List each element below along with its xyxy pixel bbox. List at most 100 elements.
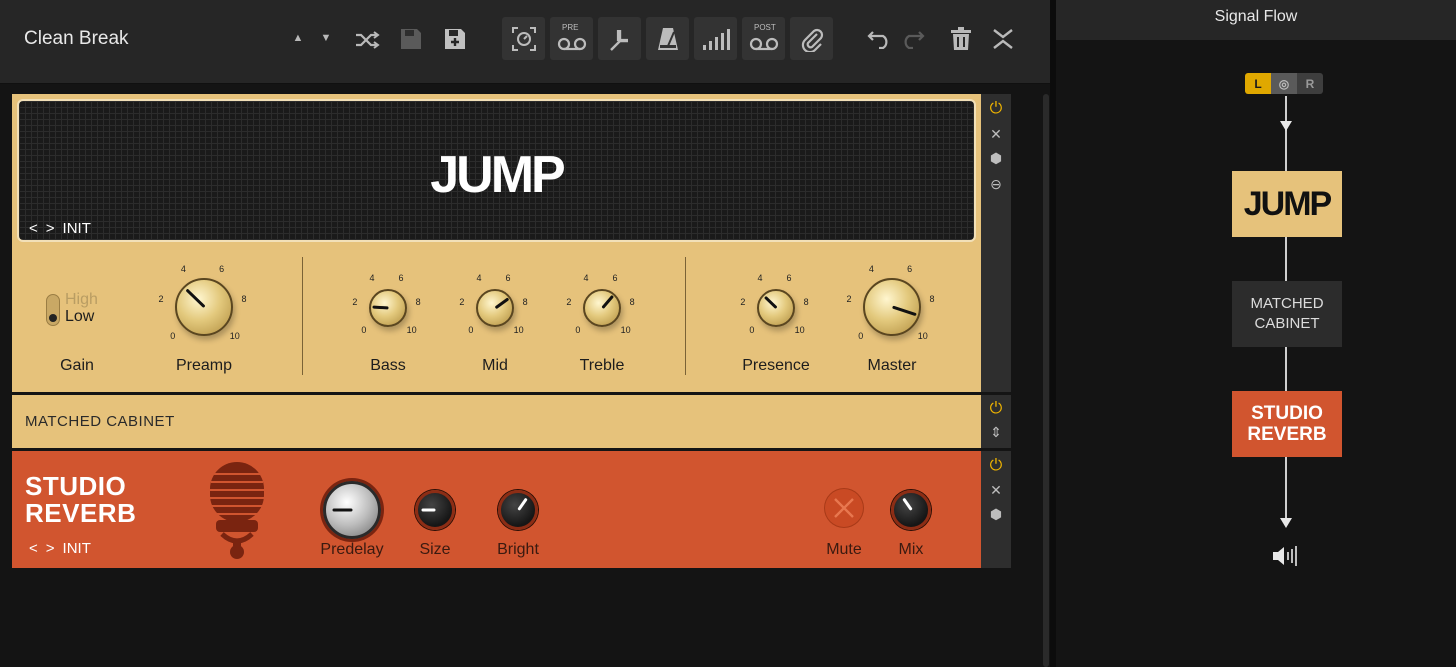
treble-label: Treble [579,357,625,374]
mid-knob[interactable] [476,289,514,327]
channel-stereo-icon[interactable]: ◎ [1271,73,1297,94]
flow-line [1285,346,1287,392]
flow-rev-line2: REVERB [1247,424,1327,445]
collapse-icon[interactable]: ✕ [981,482,1011,499]
mute-button[interactable] [825,489,863,527]
snapshot-icon [511,26,536,51]
stereo-link-icon[interactable]: ⊖ [981,176,1011,193]
prev-preset-icon[interactable]: < [29,220,38,237]
amp-preset-name[interactable]: INIT [63,220,91,237]
presence-knob[interactable] [757,289,795,327]
collapse-icon[interactable]: ✕ [981,126,1011,143]
pre-label: PRE [562,23,579,32]
mid-label: Mid [482,357,508,374]
knob-scale-label: 4 [369,273,375,284]
vertical-scrollbar[interactable] [1043,94,1049,667]
tuning-fork-icon [609,29,628,51]
reverb-block: STUDIO REVERB < > INIT Predelay Size Brigh… [12,451,981,568]
knob-scale-label: 6 [505,273,511,284]
post-record-button[interactable]: POST [742,17,785,60]
gain-high-low-switch[interactable] [46,294,60,326]
mute-label: Mute [826,541,862,558]
knob-scale-label: 2 [566,296,572,307]
next-preset-icon[interactable]: > [46,540,55,557]
tuner-snapshot-button[interactable] [502,17,545,60]
predelay-knob[interactable] [323,481,381,539]
knob-scale-label: 4 [868,263,874,274]
trash-icon[interactable] [948,26,974,52]
pre-record-button[interactable]: PRE [550,17,593,60]
channel-left[interactable]: L [1245,73,1271,94]
expand-icon[interactable]: ⇕ [981,424,1011,441]
master-label: Master [867,357,917,374]
flow-arrow-icon [1280,518,1292,528]
channel-selector: L ◎ R [1245,73,1323,94]
collapse-all-icon[interactable] [990,26,1016,52]
tape-icon [557,37,586,50]
preset-name[interactable]: Clean Break [24,28,129,50]
size-knob[interactable] [415,490,455,530]
flow-line [1285,236,1287,282]
bass-knob[interactable] [369,289,407,327]
level-meter-button[interactable] [694,17,737,60]
reverb-rail: ⏻ ✕ ⬢ [981,451,1011,568]
preamp-knob[interactable] [175,278,233,336]
post-label: POST [754,23,776,32]
knob-scale-label: 6 [786,273,792,284]
predelay-label: Predelay [320,541,384,558]
attach-button[interactable] [790,17,833,60]
knob-scale-label: 4 [476,273,482,284]
flow-block-reverb[interactable]: STUDIO REVERB [1232,391,1342,457]
mix-knob[interactable] [891,490,931,530]
power-icon[interactable]: ⏻ [981,457,1011,475]
next-preset-icon[interactable]: > [46,220,55,237]
flow-rev-line1: STUDIO [1251,403,1323,424]
tape-icon [749,37,778,50]
knob-scale-label: 10 [917,330,928,341]
bypass-hex-icon[interactable]: ⬢ [981,506,1011,523]
knob-scale-label: 6 [219,263,225,274]
bass-label: Bass [370,357,406,374]
knob-scale-label: 8 [629,296,635,307]
reverb-title-line2: REVERB [25,498,137,528]
knob-scale-label: 10 [513,324,524,335]
cabinet-block[interactable]: MATCHED CABINET [12,395,981,448]
power-icon[interactable]: ⏻ [981,100,1011,118]
flow-block-cabinet[interactable]: MATCHED CABINET [1232,281,1342,347]
knob-scale-label: 10 [406,324,417,335]
power-icon[interactable]: ⏻ [981,400,1011,418]
preset-down-icon[interactable]: ▼ [318,30,334,46]
knob-scale-label: 0 [858,330,864,341]
save-icon-disabled[interactable] [398,26,424,52]
flow-block-amp[interactable]: JUMP [1232,171,1342,237]
shuffle-icon[interactable] [352,26,382,54]
tuner-button[interactable] [598,17,641,60]
knob-scale-label: 8 [415,296,421,307]
amp-logo: JUMP [430,146,565,204]
reverb-preset-name[interactable]: INIT [63,540,91,557]
prev-preset-icon[interactable]: < [29,540,38,557]
metronome-button[interactable] [646,17,689,60]
knob-scale-label: 4 [583,273,589,284]
paperclip-icon [801,28,823,52]
cabinet-name: MATCHED CABINET [25,413,175,430]
knob-scale-label: 0 [468,324,474,335]
amp-grille: JUMP < > INIT [17,99,976,242]
knob-scale-label: 2 [846,294,852,305]
knob-scale-label: 6 [398,273,404,284]
preamp-label: Preamp [175,357,233,374]
bright-knob[interactable] [498,490,538,530]
top-toolbar: Clean Break ▲ ▼ PRE POST [0,0,1050,84]
save-as-icon[interactable] [442,26,468,52]
undo-icon[interactable] [866,26,894,52]
gain-high-label: High [65,291,98,308]
knob-scale-label: 2 [158,294,164,305]
treble-knob[interactable] [583,289,621,327]
master-knob[interactable] [863,278,921,336]
redo-icon[interactable] [898,26,926,52]
preset-up-icon[interactable]: ▲ [290,30,306,46]
bright-label: Bright [497,541,539,558]
channel-right[interactable]: R [1297,73,1323,94]
bypass-hex-icon[interactable]: ⬢ [981,150,1011,167]
amp-preset-nav: < > INIT [29,220,91,237]
